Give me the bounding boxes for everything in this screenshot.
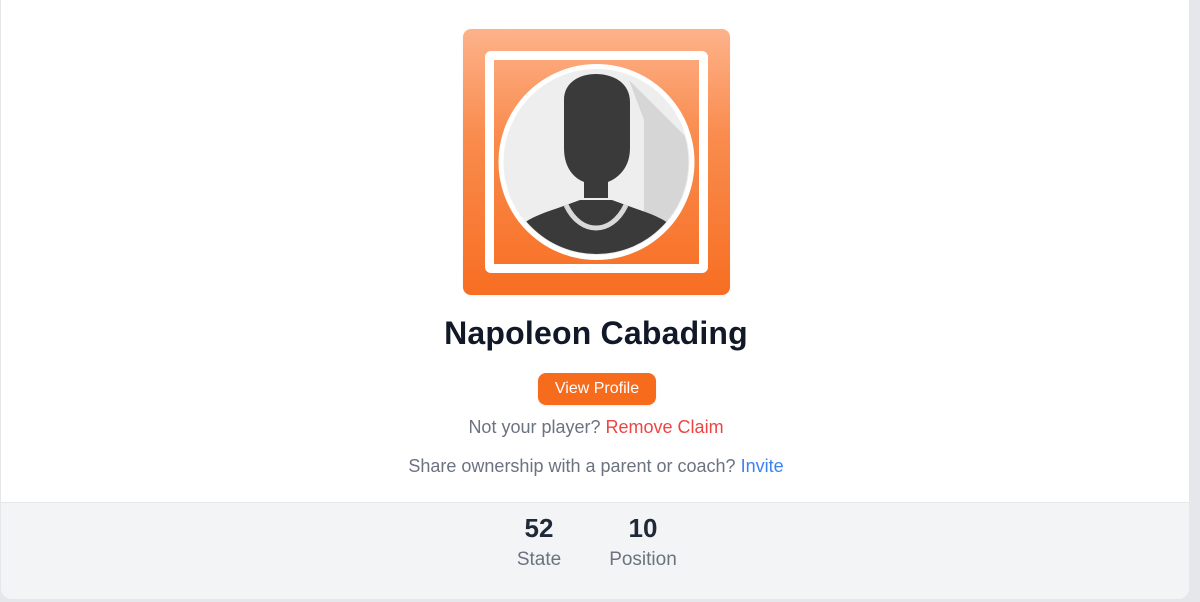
player-avatar [485,51,708,273]
claim-line: Not your player? Remove Claim [1,417,1189,438]
claim-prompt: Not your player? [468,417,601,437]
share-prompt: Share ownership with a parent or coach? [408,456,736,476]
stat-label: Position [609,549,677,570]
player-name: Napoleon Cabading [444,315,748,351]
stat-state: 52 State [499,513,579,571]
player-card: Napoleon Cabading View Profile Not your … [0,0,1190,600]
stats-bar: 52 State 10 Position [1,502,1189,599]
view-profile-button[interactable]: View Profile [538,373,656,405]
invite-link[interactable]: Invite [741,456,784,476]
share-line: Share ownership with a parent or coach? … [1,456,1189,477]
remove-claim-link[interactable]: Remove Claim [606,417,724,437]
stat-value: 52 [524,513,554,543]
stat-value: 10 [628,513,658,543]
default-person-silhouette-icon [498,64,695,260]
stat-position: 10 Position [593,513,693,571]
stat-label: State [516,549,562,570]
player-avatar-frame [463,29,730,295]
